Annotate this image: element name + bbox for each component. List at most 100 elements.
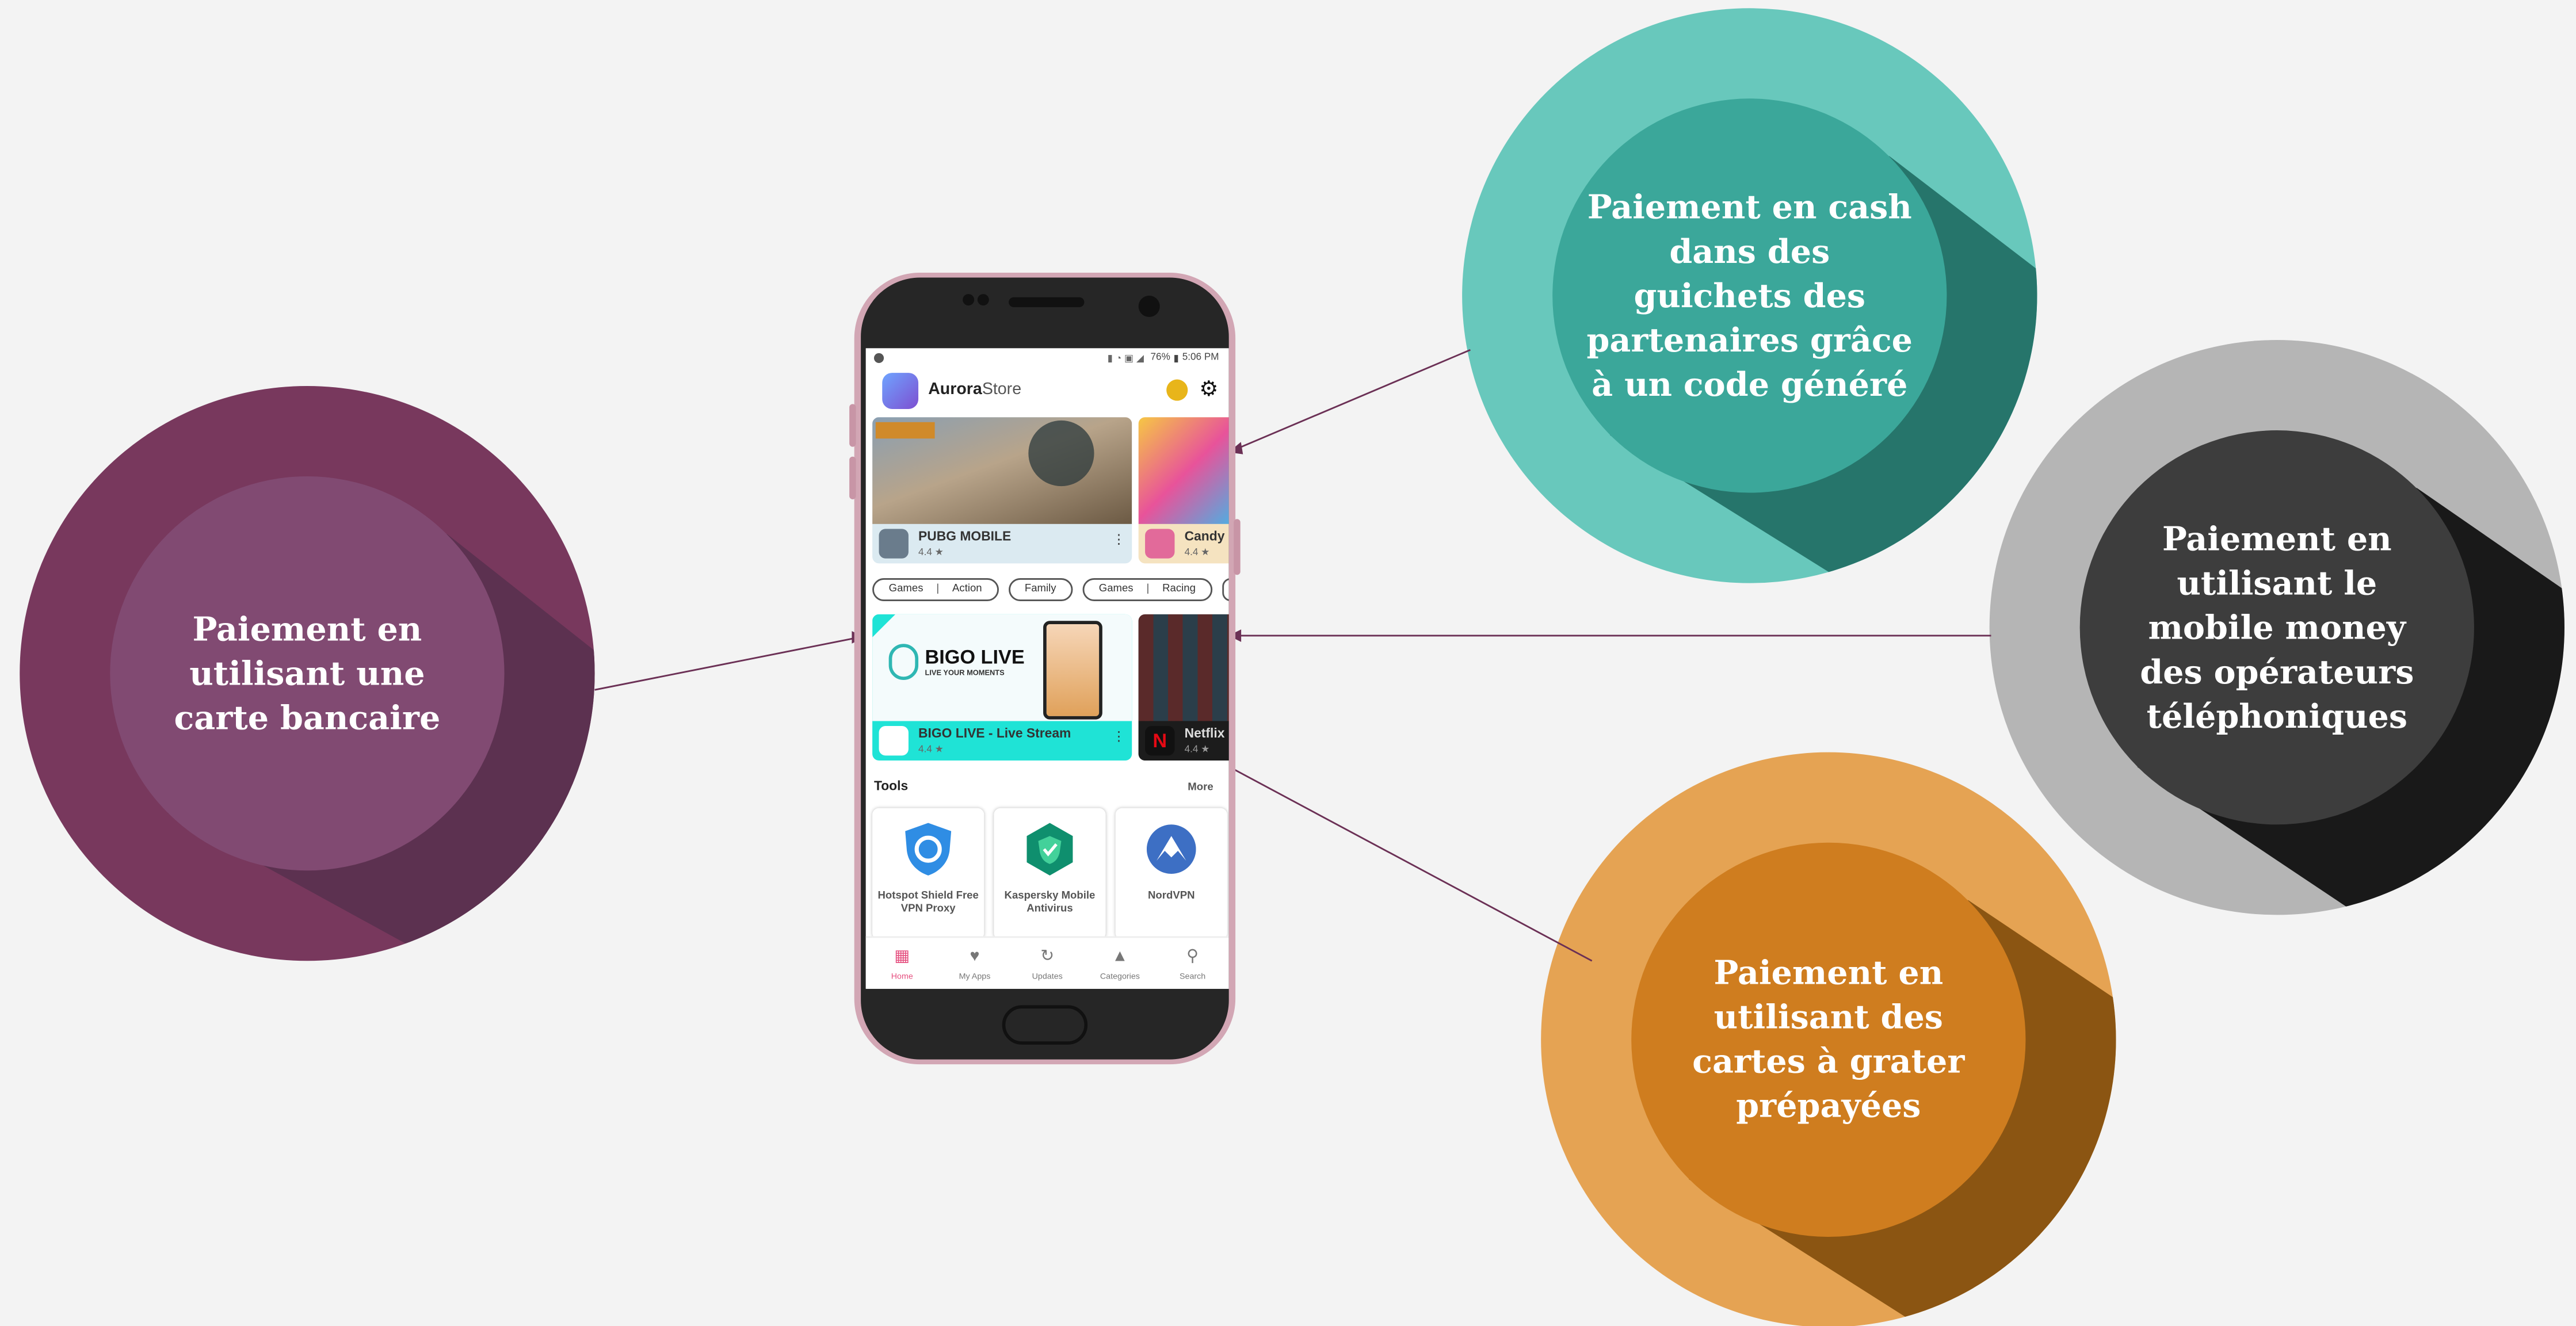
gear-icon[interactable]: ⚙ <box>1199 376 1218 403</box>
front-camera <box>1138 295 1160 318</box>
netflix-banner-image <box>1138 614 1229 721</box>
pubg-app-icon <box>879 529 909 559</box>
nav-label: My Apps <box>959 972 991 983</box>
home-icon: ▦ <box>894 947 910 966</box>
mountain-icon <box>1146 824 1196 874</box>
candy-banner-image <box>1138 417 1229 524</box>
nav-search[interactable]: ⚲ Search <box>1157 938 1229 989</box>
connector-prepaid <box>1217 759 1593 962</box>
battery-icon: ▮ <box>1173 354 1180 364</box>
nav-label: Categories <box>1100 972 1140 983</box>
node-prepaid-label: Paiement en utilisant des cartes à grate… <box>1692 953 1965 1125</box>
volume-button <box>849 456 856 499</box>
notification-icon <box>873 353 884 363</box>
helicopter-shape <box>1028 420 1094 487</box>
chip-label: Games <box>1098 583 1134 595</box>
chip-games-action[interactable]: Games | Action <box>872 578 999 602</box>
phone-mockup: ▮ ◔ ▣ ◢ 76% ▮ 5:06 PM AuroraStore ⚙ PUBG… <box>849 272 1241 1065</box>
bigo-banner-title: BIGO LIVE <box>925 645 1025 669</box>
app-rating: 4.4 ★ <box>918 746 944 756</box>
banner-corner <box>872 614 896 637</box>
phone-body: ▮ ◔ ▣ ◢ 76% ▮ 5:06 PM AuroraStore ⚙ PUBG… <box>861 277 1229 1060</box>
sensor-dot <box>977 294 989 306</box>
status-bar: ▮ ◔ ▣ ◢ 76% ▮ 5:06 PM <box>866 348 1229 368</box>
more-vert-icon[interactable]: ⋮ <box>1112 532 1125 547</box>
chip-games-racing[interactable]: Games | Racing <box>1082 578 1212 602</box>
category-chips: Games | Action Family Games | Racing <box>872 578 1229 602</box>
app-bar: AuroraStore ⚙ <box>866 371 1229 414</box>
nav-categories[interactable]: ▲ Categories <box>1083 938 1156 989</box>
section-title: Tools <box>873 778 909 794</box>
app-rating: 4.4 ★ <box>1184 746 1210 756</box>
power-button <box>1234 519 1241 575</box>
featured-card-candy[interactable]: Candy C 4.4 ★ <box>1138 417 1229 564</box>
tool-card-hotspot[interactable]: Hotspot Shield Free VPN Proxy <box>872 808 984 940</box>
updates-icon: ↻ <box>1040 947 1055 966</box>
pubg-logo <box>875 422 935 439</box>
phone-screen: ▮ ◔ ▣ ◢ 76% ▮ 5:06 PM AuroraStore ⚙ PUBG… <box>865 348 1229 989</box>
card-info: Candy C 4.4 ★ <box>1139 524 1229 564</box>
app-title-bold: Aurora <box>928 381 982 399</box>
node-card-label: Paiement en utilisant une carte bancaire <box>174 608 441 737</box>
search-icon: ⚲ <box>1186 947 1199 966</box>
more-link[interactable]: More <box>1188 782 1213 793</box>
diagram-canvas: Paiement en utilisant une carte bancaire… <box>0 0 2576 1326</box>
node-cash-label: Paiement en cash dans des guichets des p… <box>1586 186 1913 403</box>
nav-updates[interactable]: ↻ Updates <box>1011 938 1083 989</box>
signal-icons: ▮ ◔ ▣ ◢ <box>1107 354 1144 364</box>
categories-icon: ▲ <box>1112 947 1128 966</box>
bigo-banner-subtitle: LIVE YOUR MOMENTS <box>925 668 1005 677</box>
featured-card-bigo[interactable]: BIGO LIVE LIVE YOUR MOMENTS BIGO LIVE - … <box>872 614 1132 761</box>
chip-label: Action <box>952 583 982 595</box>
netflix-app-icon: N <box>1145 725 1175 756</box>
app-name: Candy C <box>1184 529 1229 544</box>
bottom-navigation: ▦ Home ♥ My Apps ↻ Updates ▲ Categories <box>865 936 1229 989</box>
bigo-banner-image: BIGO LIVE LIVE YOUR MOMENTS <box>872 614 1132 721</box>
chip-partial[interactable] <box>1222 578 1229 602</box>
app-name: BIGO LIVE - Live Stream <box>918 725 1071 741</box>
connector-cash <box>1233 349 1471 451</box>
chip-label: Racing <box>1162 583 1196 595</box>
more-vert-icon[interactable]: ⋮ <box>1112 729 1125 744</box>
account-avatar-icon[interactable] <box>1166 379 1188 401</box>
battery-level: 76% <box>1150 353 1170 363</box>
volume-button <box>849 404 856 447</box>
tool-card-nordvpn[interactable]: NordVPN <box>1115 808 1227 940</box>
app-name: PUBG MOBILE <box>918 529 1012 544</box>
hexagon-shield-icon <box>1026 823 1073 876</box>
shield-icon <box>905 823 952 876</box>
bigo-mascot-icon <box>888 644 919 681</box>
earpiece-speaker <box>1009 297 1085 307</box>
card-info: BIGO LIVE - Live Stream 4.4 ★ ⋮ <box>872 721 1132 761</box>
chip-label: Family <box>1024 583 1056 595</box>
tool-name: Hotspot Shield Free VPN Proxy <box>877 890 979 915</box>
tool-name: Kaspersky Mobile Antivirus <box>1004 890 1096 915</box>
heart-icon: ♥ <box>970 947 980 966</box>
card-info: N Netflix 4.4 ★ <box>1138 721 1229 761</box>
nav-home[interactable]: ▦ Home <box>866 938 938 989</box>
app-rating: 4.4 ★ <box>1184 548 1210 559</box>
nav-label: Updates <box>1032 972 1063 983</box>
tool-card-kaspersky[interactable]: Kaspersky Mobile Antivirus <box>994 808 1106 940</box>
chip-family[interactable]: Family <box>1008 578 1073 602</box>
home-button[interactable] <box>1002 1005 1088 1045</box>
bigo-phone-image <box>1043 621 1102 720</box>
node-mobile-label: Paiement en utilisant le mobile money de… <box>2140 518 2414 735</box>
aurora-logo-icon <box>882 373 919 409</box>
featured-card-netflix[interactable]: N Netflix 4.4 ★ <box>1138 614 1229 761</box>
nav-my-apps[interactable]: ♥ My Apps <box>938 938 1011 989</box>
featured-card-pubg[interactable]: PUBG MOBILE 4.4 ★ ⋮ <box>872 417 1132 564</box>
nav-label: Home <box>891 972 913 983</box>
sensor-dot <box>963 294 975 306</box>
clock: 5:06 PM <box>1182 353 1219 363</box>
app-title: AuroraStore <box>928 381 1021 399</box>
app-name: Netflix <box>1184 725 1225 741</box>
connector-card <box>594 636 860 691</box>
app-rating: 4.4 ★ <box>918 548 944 559</box>
tool-name: NordVPN <box>1148 890 1195 902</box>
chip-label: Games <box>888 583 923 595</box>
candy-app-icon <box>1145 529 1175 559</box>
nav-label: Search <box>1179 972 1206 983</box>
pubg-banner-image <box>872 417 1132 524</box>
card-info: PUBG MOBILE 4.4 ★ ⋮ <box>872 524 1132 564</box>
